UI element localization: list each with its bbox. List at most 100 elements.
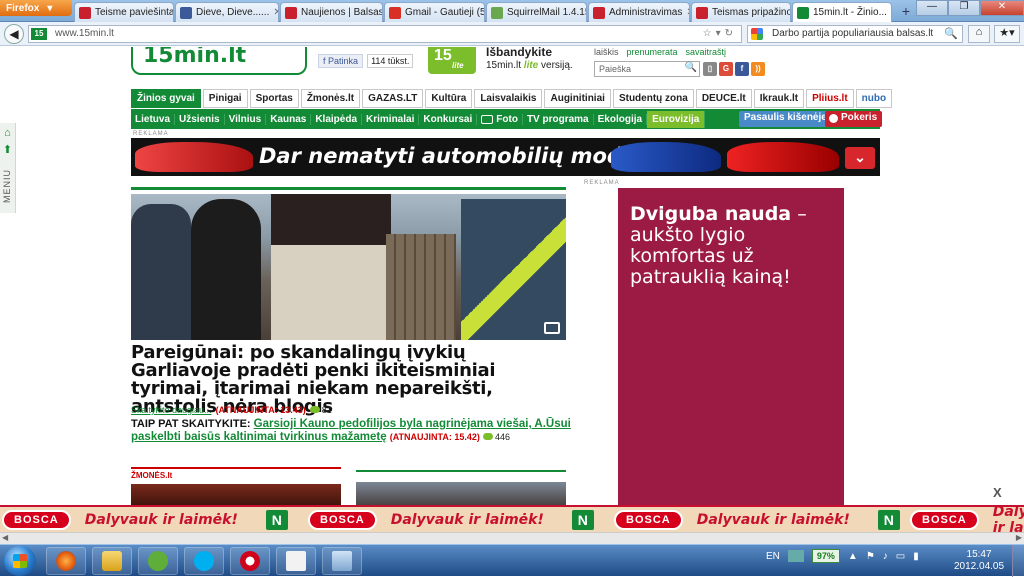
chevron-down-icon[interactable]: ⌄ — [845, 147, 875, 169]
nav-tab[interactable]: Auginitiniai — [544, 89, 611, 108]
zmones-logo[interactable]: ŽMONĖS.lt — [131, 471, 341, 480]
minimize-button[interactable]: — — [916, 0, 948, 16]
home-button[interactable]: ⌂ — [968, 25, 990, 43]
taskbar-document[interactable] — [276, 547, 316, 575]
battery-indicator[interactable]: 97% — [811, 549, 840, 563]
pasaulis-kiseneje-button[interactable]: Pasaulis kišenėje — [739, 111, 832, 127]
top-link-2[interactable]: savaitraštį — [686, 47, 727, 57]
also-comments-count[interactable]: 446 — [482, 432, 510, 442]
display-icon[interactable]: ▭ — [896, 551, 905, 562]
section-nav-item[interactable]: Ekologija — [594, 113, 648, 125]
show-hidden-icons[interactable]: ▲ — [848, 551, 858, 562]
close-window-button[interactable]: ✕ — [980, 0, 1024, 16]
bookmark-star-icon[interactable]: ☆▾↻ — [703, 28, 737, 39]
lite-headline[interactable]: Išbandykite — [486, 47, 552, 59]
search-icon[interactable]: 🔍 — [944, 27, 958, 40]
close-tab-icon[interactable]: ✕ — [273, 7, 278, 18]
arrow-up-icon[interactable]: ⬆ — [0, 143, 15, 156]
right-side-ad[interactable]: Dviguba nauda – aukšto lygio komfortas u… — [618, 188, 844, 505]
start-button[interactable] — [4, 546, 36, 576]
site-search-input[interactable]: Paieška 🔍 — [594, 61, 700, 77]
section-nav-item[interactable]: Klaipėda — [311, 113, 363, 125]
nav-tab[interactable]: Laisvalaikis — [474, 89, 543, 108]
nav-tab[interactable]: Pliius.lt — [806, 89, 854, 108]
lite-subline[interactable]: 15min.lt lite versiją. — [486, 60, 573, 71]
bosca-ad-unit[interactable]: BOSCADalyvauk ir laimėk!N — [308, 509, 594, 531]
home-icon[interactable]: ⌂ — [0, 127, 15, 139]
wifi-icon[interactable]: ▮ — [913, 551, 919, 562]
nav-tab[interactable]: Kultūra — [425, 89, 473, 108]
read-more-link[interactable]: Skaitykite daugiau... — [131, 405, 212, 415]
section-nav-item[interactable]: Kaunas — [266, 113, 312, 125]
close-tab-icon[interactable]: ✕ — [686, 7, 689, 18]
browser-tab[interactable]: 15min.lt - Žinio... ✕ — [792, 2, 892, 22]
bottom-ad-bar[interactable]: BOSCA Dalyvauk ir laimėk! N BOSCA Dalyvauk i… — [0, 505, 1024, 532]
section-nav-item[interactable]: TV programa — [523, 113, 594, 125]
article-photo[interactable] — [131, 194, 566, 340]
bosca-ad-unit[interactable]: BOSCADalyvauk ir laimėk!N — [910, 507, 1024, 532]
section-nav-item[interactable]: Foto — [477, 113, 523, 125]
site-identity-icon[interactable]: 15 — [31, 28, 47, 40]
bosca-ad-unit[interactable]: BOSCADalyvauk ir laimėk!N — [614, 509, 900, 531]
section-image[interactable] — [356, 482, 566, 505]
taskbar-utorrent[interactable] — [138, 547, 178, 575]
nav-tab[interactable]: GAZAS.LT — [362, 89, 424, 108]
nav-tab[interactable]: Žinios gyvai — [131, 89, 201, 108]
taskbar-opera[interactable] — [230, 547, 270, 575]
section-nav-item[interactable]: Užsienis — [175, 113, 225, 125]
nav-tab[interactable]: Žmonės.lt — [300, 89, 361, 108]
firefox-menu-button[interactable]: Firefox ▾ — [0, 0, 72, 16]
horizontal-scrollbar[interactable]: ◀ ▶ — [0, 532, 1024, 544]
browser-tab[interactable]: Naujienos | Balsas.lt✕ — [280, 2, 383, 22]
rss-icon[interactable]: )) — [751, 62, 765, 76]
browser-tab[interactable]: Dieve, Dieve......✕ — [175, 2, 279, 22]
section-nav-item[interactable]: Kriminalai — [362, 113, 420, 125]
close-ad-button[interactable]: X — [993, 485, 1002, 500]
browser-tab[interactable]: SquirrelMail 1.4.15 ...✕ — [486, 2, 587, 22]
bosca-ad-unit[interactable]: BOSCADalyvauk ir laimėk!N — [2, 509, 288, 531]
left-side-menu[interactable]: ⌂ ⬆ MENIU — [0, 123, 16, 213]
camera-icon[interactable] — [544, 322, 560, 334]
taskbar-firefox[interactable] — [46, 547, 86, 575]
close-tab-icon[interactable]: ✕ — [891, 7, 892, 18]
new-tab-button[interactable]: + — [896, 3, 916, 21]
top-link-0[interactable]: laiškis — [594, 47, 619, 57]
network-icon[interactable] — [787, 550, 804, 562]
volume-icon[interactable]: ♪ — [883, 551, 888, 562]
section-image[interactable] — [131, 484, 341, 505]
browser-tab[interactable]: Teisme paviešinta ...✕ — [74, 2, 174, 22]
comments-count[interactable]: 81 — [309, 405, 332, 415]
address-bar[interactable]: 15 www.15min.lt ☆▾↻ — [28, 25, 742, 43]
nav-tab[interactable]: Studentų zona — [612, 89, 694, 108]
top-link-1[interactable]: prenumerata — [627, 47, 678, 57]
lite-logo[interactable]: 15 lite — [428, 47, 476, 74]
search-icon[interactable]: 🔍 — [685, 62, 697, 73]
taskbar-window[interactable] — [322, 547, 362, 575]
bookmarks-button[interactable]: ★▾ — [994, 25, 1020, 43]
section-nav-item[interactable]: Lietuva — [131, 113, 176, 125]
language-indicator[interactable]: EN — [766, 551, 780, 562]
browser-tab[interactable]: Administravimas✕ — [588, 2, 690, 22]
google-plus-icon[interactable]: G — [719, 62, 733, 76]
taskbar-explorer[interactable] — [92, 547, 132, 575]
nav-tab[interactable]: nubo — [855, 89, 893, 108]
browser-tab[interactable]: Gmail - Gautieji (5,...✕ — [384, 2, 485, 22]
show-desktop-button[interactable] — [1012, 545, 1024, 577]
scroll-right-icon[interactable]: ▶ — [1016, 533, 1022, 542]
menu-label[interactable]: MENIU — [2, 169, 12, 203]
nav-tab[interactable]: DEUCE.lt — [695, 89, 752, 108]
clock[interactable]: 15:47 2012.04.05 — [954, 549, 1004, 573]
site-logo[interactable]: 15min.lt — [131, 47, 307, 75]
google-icon[interactable] — [751, 28, 763, 40]
section-nav-item[interactable]: Vilnius — [225, 113, 267, 125]
browser-tab[interactable]: Teismas pripažino ...✕ — [691, 2, 791, 22]
facebook-like-button[interactable]: f Patinka — [318, 54, 364, 68]
car-ad-banner[interactable]: Dar nematyti automobilių modeliai! — [131, 138, 880, 176]
flag-icon[interactable]: ⚑ — [866, 551, 875, 562]
facebook-icon[interactable]: f — [735, 62, 749, 76]
maximize-button[interactable]: ❐ — [948, 0, 980, 16]
section-nav-item[interactable]: Eurovizija — [647, 110, 706, 128]
mobile-icon[interactable]: ▯ — [703, 62, 717, 76]
nav-tab[interactable]: Sportas — [249, 89, 299, 108]
search-input[interactable]: Darbo partija populiariausia balsas.lt 🔍 — [747, 25, 963, 43]
